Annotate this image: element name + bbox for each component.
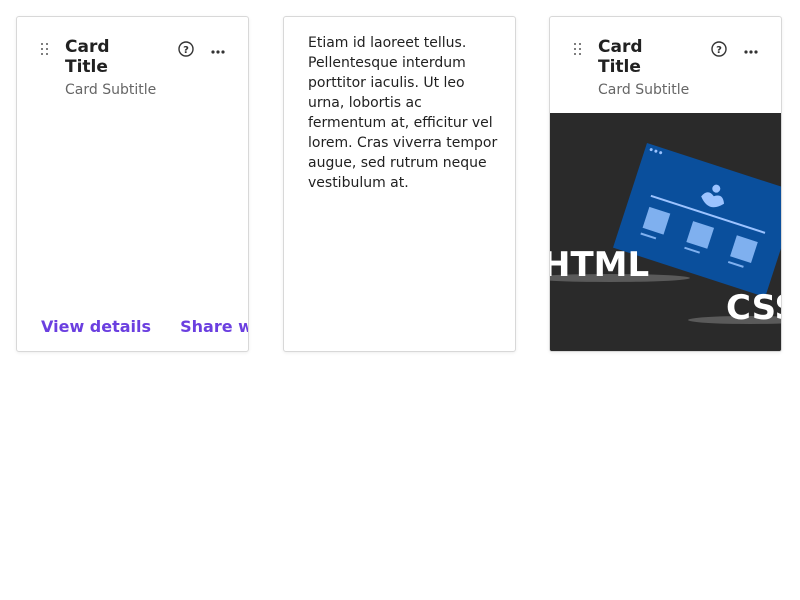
view-details-link[interactable]: View details (41, 317, 151, 337)
card-3: Card Title Card Subtitle ? HTML CS (549, 16, 782, 352)
help-circle-icon[interactable]: ? (711, 41, 727, 57)
share-with-link[interactable]: Share with (180, 317, 248, 337)
svg-text:?: ? (716, 45, 722, 56)
media-word-css: CSS (726, 288, 782, 328)
card-body-text: Etiam id laoreet tellus. Pellentesque in… (308, 35, 498, 191)
svg-text:?: ? (183, 45, 189, 56)
drag-handle-icon[interactable] (41, 43, 49, 57)
card-1: Card Title Card Subtitle ? View details … (16, 16, 249, 352)
card-subtitle: Card Subtitle (598, 82, 690, 98)
drag-handle-icon[interactable] (574, 43, 582, 57)
more-horizontal-icon[interactable] (210, 43, 226, 55)
card-subtitle: Card Subtitle (65, 82, 157, 98)
more-horizontal-icon[interactable] (743, 43, 759, 55)
card-title: Card Title (598, 37, 643, 77)
help-circle-icon[interactable]: ? (178, 41, 194, 57)
card-2: Etiam id laoreet tellus. Pellentesque in… (283, 16, 516, 352)
card-title: Card Title (65, 37, 110, 77)
media-word-html: HTML (550, 245, 649, 285)
card-media-image: HTML CSS (550, 113, 782, 351)
card-actions: View details Share with (41, 317, 248, 337)
